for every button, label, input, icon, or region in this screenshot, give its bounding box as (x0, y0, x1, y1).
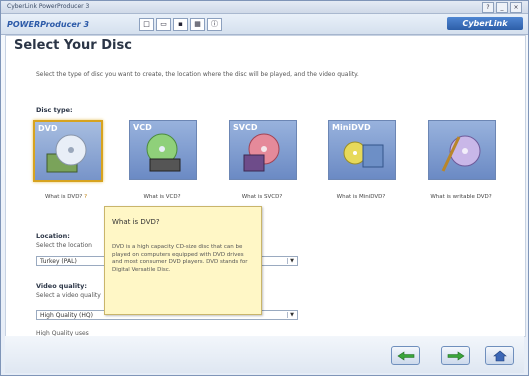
disc-option-writable-dvd[interactable] (428, 120, 496, 180)
title-bar: CyberLink PowerProducer 3 ? _ × (1, 1, 528, 14)
what-is-link-text: What is MiniDVD? (336, 194, 386, 200)
open-folder-icon[interactable]: ▭ (156, 18, 171, 31)
what-is-link-text: What is writable DVD? (430, 194, 492, 200)
vcd-disc-icon (146, 133, 181, 172)
disc-option-svcd[interactable]: SVCD (229, 120, 297, 180)
disc-option-vcd[interactable]: VCD (129, 120, 197, 180)
window-controls: ? _ × (482, 2, 522, 13)
close-button[interactable]: × (510, 2, 522, 13)
toolbar: POWERProducer 3 □ ▭ ▪ ▦ ⓘ CyberLink (1, 14, 528, 35)
what-is-dvd-link[interactable]: What is DVD? ? (21, 194, 111, 201)
disc-option-minidvd[interactable]: MiniDVD (328, 120, 396, 180)
back-button[interactable] (391, 346, 420, 365)
what-is-link-text: What is SVCD? (241, 194, 283, 200)
svcd-disc-icon (243, 133, 280, 172)
home-button[interactable] (485, 346, 514, 365)
video-quality-label: Video quality: (36, 282, 88, 290)
cyberlink-logo: CyberLink (447, 17, 523, 30)
chevron-down-icon: ▼ (287, 258, 296, 264)
arrow-right-icon (447, 350, 465, 361)
toolbar-icons: □ ▭ ▪ ▦ ⓘ (139, 18, 222, 31)
dvd-tooltip: What is DVD? DVD is a high capacity CD-s… (104, 206, 262, 315)
settings-icon[interactable]: ▦ (190, 18, 205, 31)
dvd-disc-icon (46, 134, 87, 173)
next-button[interactable] (441, 346, 470, 365)
bottom-nav-bar (5, 336, 524, 373)
tooltip-title: What is DVD? (112, 218, 160, 226)
what-is-link-text: What is DVD? (44, 194, 83, 200)
window-title: CyberLink PowerProducer 3 (7, 3, 90, 10)
app-window: CyberLink PowerProducer 3 ? _ × POWERPro… (0, 0, 529, 376)
location-value: Turkey (PAL) (40, 258, 77, 265)
minimize-button[interactable]: _ (496, 2, 508, 13)
help-icon: ? (84, 194, 88, 200)
app-brand: POWERProducer 3 (7, 20, 90, 29)
page-title: Select Your Disc (14, 38, 132, 53)
what-is-link-text: What is VCD? (143, 194, 181, 200)
location-hint: Select the location (36, 242, 92, 249)
save-icon[interactable]: ▪ (173, 18, 188, 31)
minidvd-disc-icon (343, 141, 384, 168)
help-button[interactable]: ? (482, 2, 494, 13)
video-quality-value: High Quality (HQ) (40, 312, 93, 319)
writable-dvd-disc-icon (441, 135, 481, 172)
disc-option-dvd[interactable]: DVD (33, 120, 103, 182)
instructions: Select the type of disc you want to crea… (36, 71, 359, 78)
home-icon (492, 350, 507, 361)
what-is-writable-dvd-link[interactable]: What is writable DVD? (416, 194, 506, 201)
video-quality-hint: Select a video quality (36, 292, 101, 299)
arrow-left-icon (396, 350, 414, 361)
tooltip-text: DVD is a high capacity CD-size disc that… (112, 244, 248, 273)
main-panel: Select Your Disc Select the type of disc… (5, 35, 526, 337)
new-project-icon[interactable]: □ (139, 18, 154, 31)
info-icon[interactable]: ⓘ (207, 18, 222, 31)
chevron-down-icon: ▼ (287, 312, 296, 318)
what-is-vcd-link[interactable]: What is VCD? (117, 194, 207, 201)
what-is-minidvd-link[interactable]: What is MiniDVD? (316, 194, 406, 201)
location-label: Location: (36, 232, 70, 240)
disc-type-label: Disc type: (36, 106, 73, 114)
what-is-svcd-link[interactable]: What is SVCD? (217, 194, 307, 201)
